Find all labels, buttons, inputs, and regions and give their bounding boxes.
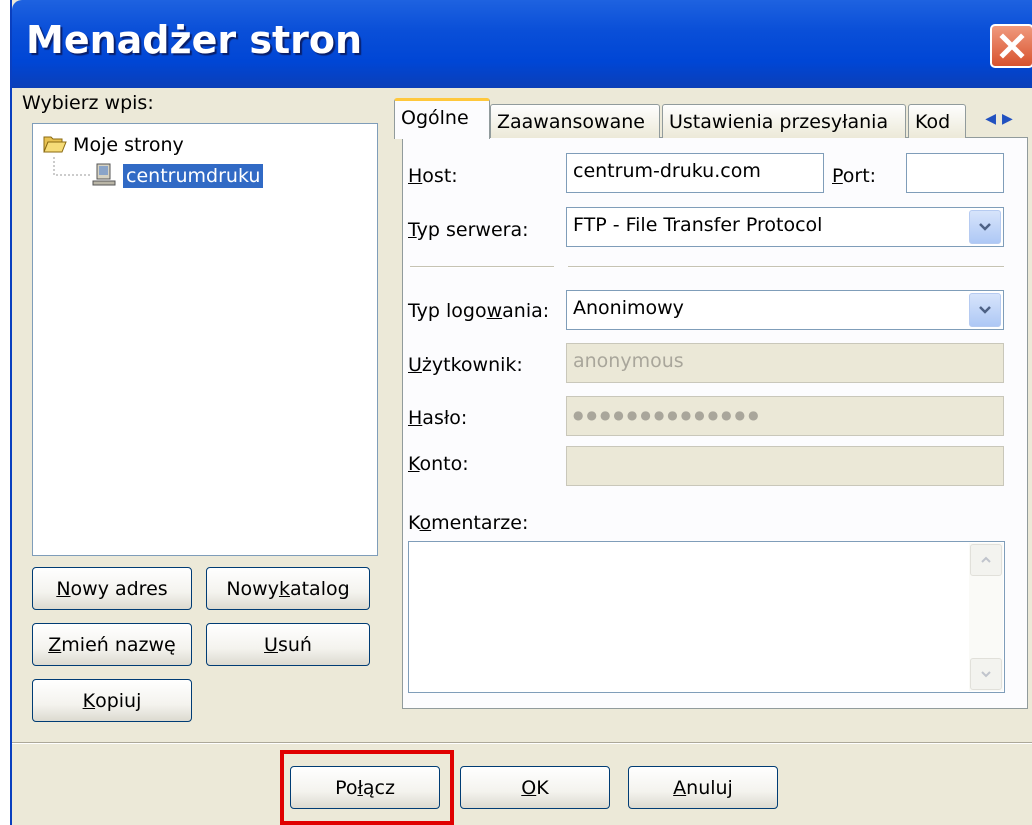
chevron-down-icon[interactable] bbox=[969, 210, 1001, 244]
logon-type-value: Anonimowy bbox=[573, 297, 684, 319]
delete-button[interactable]: Usuń bbox=[206, 623, 370, 666]
comments-scrollbar[interactable] bbox=[969, 543, 1003, 691]
chevron-down-icon[interactable] bbox=[969, 293, 1001, 327]
comments-label: Komentarze: bbox=[408, 512, 529, 534]
logon-type-label: Typ logowania: bbox=[408, 300, 550, 322]
window-title: Menadżer stron bbox=[26, 18, 363, 62]
new-site-mnemonic: N bbox=[56, 577, 71, 600]
tree-item-site-label: centrumdruku bbox=[123, 164, 264, 188]
scroll-down-icon[interactable] bbox=[970, 658, 1002, 690]
separator-left bbox=[410, 266, 554, 268]
tab-transfer-settings[interactable]: Ustawienia przesyłania bbox=[662, 104, 906, 138]
cancel-mnemonic: A bbox=[673, 776, 687, 799]
password-input: ●●●●●●●●●●●●●● bbox=[566, 396, 1004, 436]
host-value: centrum-druku.com bbox=[573, 160, 761, 182]
host-input[interactable]: centrum-druku.com bbox=[566, 153, 824, 193]
copy-mnemonic: K bbox=[82, 689, 96, 712]
tab-charset[interactable]: Kod bbox=[908, 104, 966, 138]
account-input bbox=[566, 446, 1004, 486]
delete-mnemonic: U bbox=[264, 633, 278, 656]
host-label: Host: bbox=[408, 165, 458, 187]
new-folder-button[interactable]: Nowy k atalog bbox=[206, 567, 370, 610]
logon-type-select[interactable]: Anonimowy bbox=[566, 290, 1004, 330]
port-input[interactable] bbox=[906, 153, 1004, 193]
tab-advanced[interactable]: Zaawansowane bbox=[490, 104, 660, 138]
tree-item-root-label: Moje strony bbox=[73, 134, 184, 156]
port-label: Port: bbox=[832, 165, 877, 187]
title-bar[interactable]: Menadżer stron bbox=[12, 0, 1032, 88]
server-type-label: Typ serwera: bbox=[408, 219, 529, 241]
tab-scroll-left-icon[interactable]: ◀ bbox=[985, 111, 996, 127]
new-site-button[interactable]: Nowy adres bbox=[32, 567, 192, 610]
select-entry-label: Wybierz wpis: bbox=[22, 92, 154, 114]
rename-button[interactable]: Zmień nazwę bbox=[32, 623, 192, 666]
user-value: anonymous bbox=[573, 350, 684, 372]
user-label: Użytkownik: bbox=[408, 354, 523, 376]
server-type-value: FTP - File Transfer Protocol bbox=[573, 214, 823, 236]
close-button[interactable] bbox=[990, 24, 1032, 68]
user-input: anonymous bbox=[566, 343, 1004, 383]
tab-general[interactable]: Ogólne bbox=[394, 98, 490, 139]
ok-label: K bbox=[536, 776, 549, 799]
tree-item-root[interactable]: Moje strony bbox=[43, 134, 184, 156]
server-type-select[interactable]: FTP - File Transfer Protocol bbox=[566, 207, 1004, 247]
account-label: Konto: bbox=[408, 453, 469, 475]
site-tree[interactable]: Moje strony centrumdruku bbox=[32, 123, 378, 556]
tab-scroll-right-icon[interactable]: ▶ bbox=[1002, 111, 1013, 127]
rename-mnemonic: Z bbox=[48, 633, 62, 656]
password-value: ●●●●●●●●●●●●●● bbox=[573, 408, 762, 422]
new-site-label: owy adres bbox=[70, 577, 168, 600]
connect-highlight bbox=[280, 750, 454, 825]
scroll-up-icon[interactable] bbox=[970, 544, 1002, 576]
folder-open-icon bbox=[43, 136, 67, 153]
tab-scroll-buttons: ◀ ▶ bbox=[970, 106, 1028, 132]
delete-label: suń bbox=[277, 633, 312, 656]
site-manager-dialog: Menadżer stron Wybierz wpis: Moje strony bbox=[10, 0, 1032, 825]
copy-label: opiuj bbox=[95, 689, 142, 712]
computer-icon bbox=[92, 163, 116, 186]
new-folder-label: atalog bbox=[289, 577, 350, 600]
cancel-button[interactable]: Anuluj bbox=[628, 766, 778, 809]
ok-mnemonic: O bbox=[521, 776, 537, 799]
new-folder-mnemonic: k bbox=[278, 577, 290, 600]
comments-textarea[interactable] bbox=[408, 541, 1005, 693]
cancel-label: nuluj bbox=[686, 776, 733, 799]
tree-connector bbox=[53, 157, 91, 176]
rename-label: mień nazwę bbox=[61, 633, 176, 656]
separator-right bbox=[568, 266, 1004, 268]
ok-button[interactable]: OK bbox=[460, 766, 610, 809]
close-icon bbox=[999, 33, 1025, 59]
password-label: Hasło: bbox=[408, 407, 468, 429]
copy-button[interactable]: Kopiuj bbox=[32, 679, 192, 722]
new-folder-label-pre: Nowy bbox=[226, 577, 279, 600]
tree-item-site[interactable]: centrumdruku bbox=[91, 162, 264, 188]
footer-separator bbox=[12, 742, 1032, 744]
